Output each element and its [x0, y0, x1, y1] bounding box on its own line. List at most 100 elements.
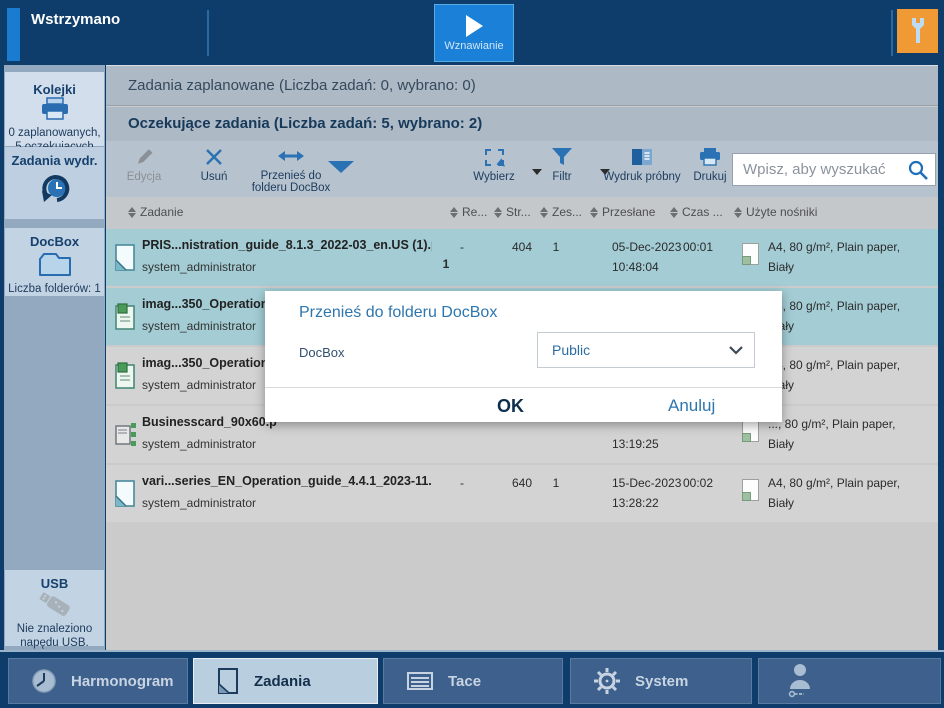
printer-icon	[698, 145, 722, 169]
job-name: imag...350_Operation_	[142, 297, 275, 311]
edit-button-label: Edycja	[127, 171, 162, 184]
sidebar-item-usb[interactable]: USB Nie znaleziono napędu USB.	[5, 570, 104, 646]
paper-icon	[742, 479, 759, 501]
job-owner: system_administrator	[142, 496, 256, 510]
job-date: 05-Dec-2023	[612, 240, 681, 254]
job-media-line2: Biały	[768, 437, 794, 451]
filter-button-label: Filtr	[552, 171, 571, 184]
sort-icon	[450, 207, 458, 218]
proof-print-button[interactable]: Wydruk próbny	[600, 145, 684, 195]
businesscard-icon	[114, 421, 138, 447]
pencil-icon	[133, 145, 155, 169]
book-icon	[630, 145, 654, 169]
document-icon	[216, 667, 240, 695]
play-icon	[466, 15, 483, 37]
job-badge: 1	[436, 257, 456, 271]
ok-button[interactable]: OK	[487, 392, 534, 421]
sort-icon	[590, 207, 598, 218]
proof-print-button-label: Wydruk próbny	[603, 171, 680, 184]
gear-icon	[593, 667, 621, 695]
edit-button[interactable]: Edycja	[108, 145, 180, 195]
waiting-jobs-header-label: Oczekujące zadania (Liczba zadań: 5, wyb…	[128, 115, 482, 132]
job-media-line1: ..., 80 g/m², Plain paper,	[768, 417, 895, 431]
service-mode-button[interactable]	[897, 9, 938, 53]
status-accent-bar	[7, 8, 20, 61]
column-header-media-label: Użyte nośniki	[746, 205, 817, 219]
job-sets: 1	[542, 476, 570, 490]
select-button-label: Wybierz	[473, 171, 514, 184]
resume-button[interactable]: Wznawianie	[434, 4, 514, 62]
job-media-line1: A4, 80 g/m², Plain paper,	[768, 476, 900, 490]
delete-button[interactable]: Usuń	[178, 145, 250, 195]
funnel-icon	[551, 145, 573, 169]
sidebar-item-printed-jobs[interactable]: Zadania wydr.	[5, 147, 104, 219]
select-button[interactable]: Wybierz	[458, 145, 530, 195]
column-header-sent[interactable]: Przesłane	[590, 205, 655, 219]
top-status-bar: Wstrzymano Wznawianie	[0, 0, 944, 65]
job-date: 15-Dec-2023	[612, 476, 681, 490]
print-button-label: Drukuj	[693, 171, 726, 184]
filter-button[interactable]: Filtr	[526, 145, 598, 195]
tab-trays[interactable]: Tace	[383, 658, 563, 704]
sidebar-item-queues[interactable]: Kolejki 0 zaplanowanych, 5 oczekujących	[5, 72, 104, 146]
sort-icon	[128, 207, 136, 218]
tab-system[interactable]: System	[570, 658, 752, 704]
column-header-zes-label: Zes...	[552, 205, 582, 219]
docbox-title: DocBox	[5, 228, 104, 249]
move-dropdown-arrow[interactable]	[328, 161, 354, 173]
search-container	[732, 153, 936, 186]
tab-user-login[interactable]	[758, 658, 941, 704]
docbox-count: Liczba folderów: 1	[5, 282, 104, 296]
usb-line2: napędu USB.	[5, 636, 104, 650]
column-header-job[interactable]: Zadanie	[128, 205, 183, 219]
cancel-button[interactable]: Anuluj	[658, 392, 725, 420]
tab-schedule[interactable]: Harmonogram	[8, 658, 188, 704]
column-header-re[interactable]: Re...	[450, 205, 487, 219]
printer-status-label: Wstrzymano	[31, 11, 120, 28]
docbox-folder-select[interactable]: Public	[537, 332, 755, 368]
job-re: -	[452, 476, 472, 490]
column-header-czas[interactable]: Czas ...	[670, 205, 723, 219]
column-header-job-label: Zadanie	[140, 205, 183, 219]
topbar-divider-right	[891, 10, 893, 56]
column-header-str[interactable]: Str...	[494, 205, 531, 219]
scheduled-jobs-header-label: Zadania zaplanowane (Liczba zadań: 0, wy…	[128, 77, 476, 94]
move-to-docbox-button[interactable]: Przenieś do folderu DocBox	[248, 145, 334, 195]
bottom-navigation: Harmonogram Zadania Tace	[0, 650, 944, 708]
tab-schedule-label: Harmonogram	[71, 673, 174, 690]
job-name: PRIS...nistration_guide_8.1.3_2022-03_en…	[142, 238, 432, 252]
waiting-jobs-header: Oczekujące zadania (Liczba zadań: 5, wyb…	[106, 107, 938, 141]
sidebar-item-docbox[interactable]: DocBox Liczba folderów: 1	[5, 228, 104, 296]
job-owner: system_administrator	[142, 260, 256, 274]
sort-icon	[670, 207, 678, 218]
table-row[interactable]: vari...series_EN_Operation_guide_4.4.1_2…	[106, 465, 938, 522]
job-name: imag...350_Operation_	[142, 356, 275, 370]
pdf-document-icon	[114, 244, 136, 271]
scheduled-jobs-header[interactable]: Zadania zaplanowane (Liczba zadań: 0, wy…	[106, 66, 938, 106]
folder-icon	[36, 251, 74, 277]
column-header-media[interactable]: Użyte nośniki	[734, 205, 817, 219]
sort-icon	[540, 207, 548, 218]
job-sets: 1	[542, 240, 570, 254]
tab-jobs[interactable]: Zadania	[193, 658, 378, 704]
column-header-zes[interactable]: Zes...	[540, 205, 582, 219]
printed-jobs-title: Zadania wydr.	[5, 147, 104, 168]
wrench-icon	[907, 16, 929, 46]
queues-title: Kolejki	[5, 78, 104, 97]
dialog-divider	[265, 387, 782, 388]
paper-icon	[742, 243, 759, 265]
search-input[interactable]	[732, 153, 936, 186]
column-header-str-label: Str...	[506, 205, 531, 219]
job-media-line2: Biały	[768, 260, 794, 274]
job-duration: 00:02	[683, 476, 713, 490]
docbox-folder-selected-value: Public	[552, 342, 728, 358]
dialog-title: Przenieś do folderu DocBox	[299, 304, 497, 322]
job-pages: 404	[482, 240, 532, 254]
job-owner: system_administrator	[142, 319, 256, 333]
image-document-icon	[114, 303, 136, 330]
docbox-field-label: DocBox	[299, 345, 345, 360]
column-header-sent-label: Przesłane	[602, 205, 655, 219]
search-icon[interactable]	[907, 159, 929, 181]
job-media-line1: A4, 80 g/m², Plain paper,	[768, 358, 900, 372]
table-row[interactable]: PRIS...nistration_guide_8.1.3_2022-03_en…	[106, 229, 938, 286]
